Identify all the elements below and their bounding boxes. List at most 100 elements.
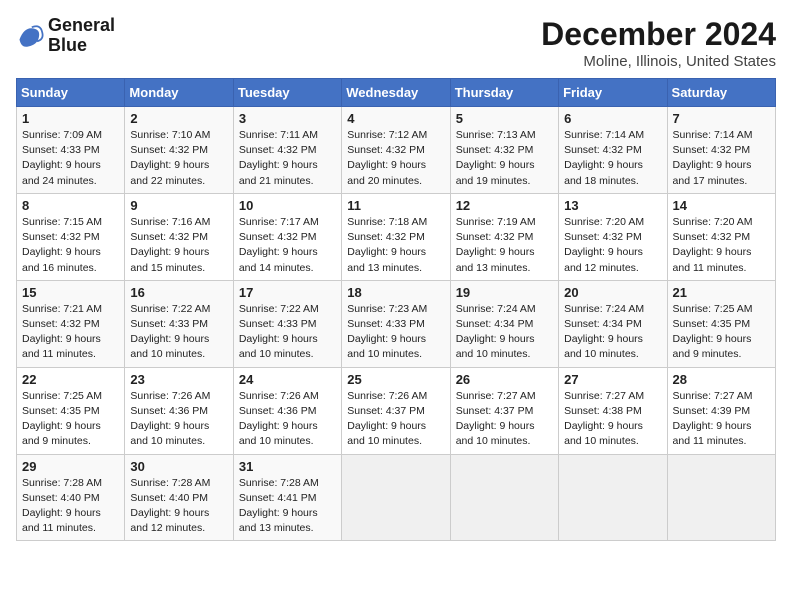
cell-content: Sunrise: 7:22 AM Sunset: 4:33 PM Dayligh… <box>130 302 227 363</box>
daylight-label: Daylight: 9 hours and 10 minutes. <box>564 333 643 360</box>
sunrise-label: Sunrise: 7:14 AM <box>673 129 753 141</box>
calendar-cell: 31 Sunrise: 7:28 AM Sunset: 4:41 PM Dayl… <box>233 454 341 541</box>
sunrise-label: Sunrise: 7:26 AM <box>130 390 210 402</box>
cell-content: Sunrise: 7:24 AM Sunset: 4:34 PM Dayligh… <box>564 302 661 363</box>
calendar-cell <box>559 454 667 541</box>
sunrise-label: Sunrise: 7:27 AM <box>564 390 644 402</box>
daylight-label: Daylight: 9 hours and 10 minutes. <box>239 333 318 360</box>
calendar-cell: 3 Sunrise: 7:11 AM Sunset: 4:32 PM Dayli… <box>233 107 341 194</box>
weekday-header-wednesday: Wednesday <box>342 79 450 107</box>
sunrise-label: Sunrise: 7:09 AM <box>22 129 102 141</box>
cell-content: Sunrise: 7:19 AM Sunset: 4:32 PM Dayligh… <box>456 215 553 276</box>
cell-content: Sunrise: 7:09 AM Sunset: 4:33 PM Dayligh… <box>22 128 119 189</box>
sunset-label: Sunset: 4:32 PM <box>347 144 425 156</box>
daylight-label: Daylight: 9 hours and 13 minutes. <box>347 246 426 273</box>
weekday-header-saturday: Saturday <box>667 79 775 107</box>
cell-content: Sunrise: 7:28 AM Sunset: 4:41 PM Dayligh… <box>239 476 336 537</box>
sunrise-label: Sunrise: 7:25 AM <box>22 390 102 402</box>
daylight-label: Daylight: 9 hours and 19 minutes. <box>456 159 535 186</box>
sunset-label: Sunset: 4:32 PM <box>22 318 100 330</box>
sunrise-label: Sunrise: 7:20 AM <box>564 216 644 228</box>
day-number: 29 <box>22 459 119 474</box>
day-number: 30 <box>130 459 227 474</box>
sunset-label: Sunset: 4:39 PM <box>673 405 751 417</box>
day-number: 26 <box>456 372 553 387</box>
daylight-label: Daylight: 9 hours and 16 minutes. <box>22 246 101 273</box>
calendar-cell: 7 Sunrise: 7:14 AM Sunset: 4:32 PM Dayli… <box>667 107 775 194</box>
sunset-label: Sunset: 4:32 PM <box>673 231 751 243</box>
logo-text: General Blue <box>48 16 115 56</box>
sunset-label: Sunset: 4:34 PM <box>456 318 534 330</box>
day-number: 23 <box>130 372 227 387</box>
calendar-cell: 26 Sunrise: 7:27 AM Sunset: 4:37 PM Dayl… <box>450 367 558 454</box>
day-number: 12 <box>456 198 553 213</box>
sunrise-label: Sunrise: 7:22 AM <box>130 303 210 315</box>
month-title: December 2024 <box>541 16 776 53</box>
day-number: 3 <box>239 111 336 126</box>
sunset-label: Sunset: 4:32 PM <box>456 144 534 156</box>
daylight-label: Daylight: 9 hours and 20 minutes. <box>347 159 426 186</box>
daylight-label: Daylight: 9 hours and 10 minutes. <box>347 420 426 447</box>
sunrise-label: Sunrise: 7:27 AM <box>456 390 536 402</box>
cell-content: Sunrise: 7:28 AM Sunset: 4:40 PM Dayligh… <box>22 476 119 537</box>
day-number: 8 <box>22 198 119 213</box>
daylight-label: Daylight: 9 hours and 11 minutes. <box>22 507 101 534</box>
daylight-label: Daylight: 9 hours and 10 minutes. <box>130 420 209 447</box>
calendar-cell: 9 Sunrise: 7:16 AM Sunset: 4:32 PM Dayli… <box>125 193 233 280</box>
daylight-label: Daylight: 9 hours and 21 minutes. <box>239 159 318 186</box>
calendar-cell: 10 Sunrise: 7:17 AM Sunset: 4:32 PM Dayl… <box>233 193 341 280</box>
cell-content: Sunrise: 7:26 AM Sunset: 4:36 PM Dayligh… <box>130 389 227 450</box>
daylight-label: Daylight: 9 hours and 12 minutes. <box>130 507 209 534</box>
day-number: 6 <box>564 111 661 126</box>
day-number: 22 <box>22 372 119 387</box>
cell-content: Sunrise: 7:12 AM Sunset: 4:32 PM Dayligh… <box>347 128 444 189</box>
calendar-cell: 19 Sunrise: 7:24 AM Sunset: 4:34 PM Dayl… <box>450 280 558 367</box>
day-number: 14 <box>673 198 770 213</box>
sunset-label: Sunset: 4:32 PM <box>564 231 642 243</box>
day-number: 24 <box>239 372 336 387</box>
cell-content: Sunrise: 7:26 AM Sunset: 4:37 PM Dayligh… <box>347 389 444 450</box>
day-number: 16 <box>130 285 227 300</box>
sunrise-label: Sunrise: 7:10 AM <box>130 129 210 141</box>
day-number: 11 <box>347 198 444 213</box>
day-number: 15 <box>22 285 119 300</box>
sunset-label: Sunset: 4:32 PM <box>22 231 100 243</box>
sunrise-label: Sunrise: 7:21 AM <box>22 303 102 315</box>
weekday-header-friday: Friday <box>559 79 667 107</box>
day-number: 9 <box>130 198 227 213</box>
sunset-label: Sunset: 4:37 PM <box>347 405 425 417</box>
sunrise-label: Sunrise: 7:24 AM <box>456 303 536 315</box>
calendar-cell: 12 Sunrise: 7:19 AM Sunset: 4:32 PM Dayl… <box>450 193 558 280</box>
calendar-cell: 25 Sunrise: 7:26 AM Sunset: 4:37 PM Dayl… <box>342 367 450 454</box>
sunrise-label: Sunrise: 7:12 AM <box>347 129 427 141</box>
sunset-label: Sunset: 4:36 PM <box>130 405 208 417</box>
logo: General Blue <box>16 16 115 56</box>
calendar-cell: 14 Sunrise: 7:20 AM Sunset: 4:32 PM Dayl… <box>667 193 775 280</box>
sunrise-label: Sunrise: 7:22 AM <box>239 303 319 315</box>
sunrise-label: Sunrise: 7:16 AM <box>130 216 210 228</box>
day-number: 17 <box>239 285 336 300</box>
calendar-week-row: 1 Sunrise: 7:09 AM Sunset: 4:33 PM Dayli… <box>17 107 776 194</box>
sunrise-label: Sunrise: 7:25 AM <box>673 303 753 315</box>
calendar-week-row: 15 Sunrise: 7:21 AM Sunset: 4:32 PM Dayl… <box>17 280 776 367</box>
calendar-cell: 20 Sunrise: 7:24 AM Sunset: 4:34 PM Dayl… <box>559 280 667 367</box>
cell-content: Sunrise: 7:15 AM Sunset: 4:32 PM Dayligh… <box>22 215 119 276</box>
day-number: 20 <box>564 285 661 300</box>
sunrise-label: Sunrise: 7:13 AM <box>456 129 536 141</box>
weekday-header-thursday: Thursday <box>450 79 558 107</box>
cell-content: Sunrise: 7:22 AM Sunset: 4:33 PM Dayligh… <box>239 302 336 363</box>
sunrise-label: Sunrise: 7:19 AM <box>456 216 536 228</box>
day-number: 4 <box>347 111 444 126</box>
calendar-cell: 13 Sunrise: 7:20 AM Sunset: 4:32 PM Dayl… <box>559 193 667 280</box>
cell-content: Sunrise: 7:25 AM Sunset: 4:35 PM Dayligh… <box>673 302 770 363</box>
weekday-header-sunday: Sunday <box>17 79 125 107</box>
daylight-label: Daylight: 9 hours and 10 minutes. <box>456 420 535 447</box>
calendar-cell: 24 Sunrise: 7:26 AM Sunset: 4:36 PM Dayl… <box>233 367 341 454</box>
cell-content: Sunrise: 7:23 AM Sunset: 4:33 PM Dayligh… <box>347 302 444 363</box>
calendar-body: 1 Sunrise: 7:09 AM Sunset: 4:33 PM Dayli… <box>17 107 776 541</box>
location-title: Moline, Illinois, United States <box>541 53 776 70</box>
sunrise-label: Sunrise: 7:26 AM <box>347 390 427 402</box>
daylight-label: Daylight: 9 hours and 10 minutes. <box>347 333 426 360</box>
day-number: 7 <box>673 111 770 126</box>
sunset-label: Sunset: 4:40 PM <box>130 492 208 504</box>
